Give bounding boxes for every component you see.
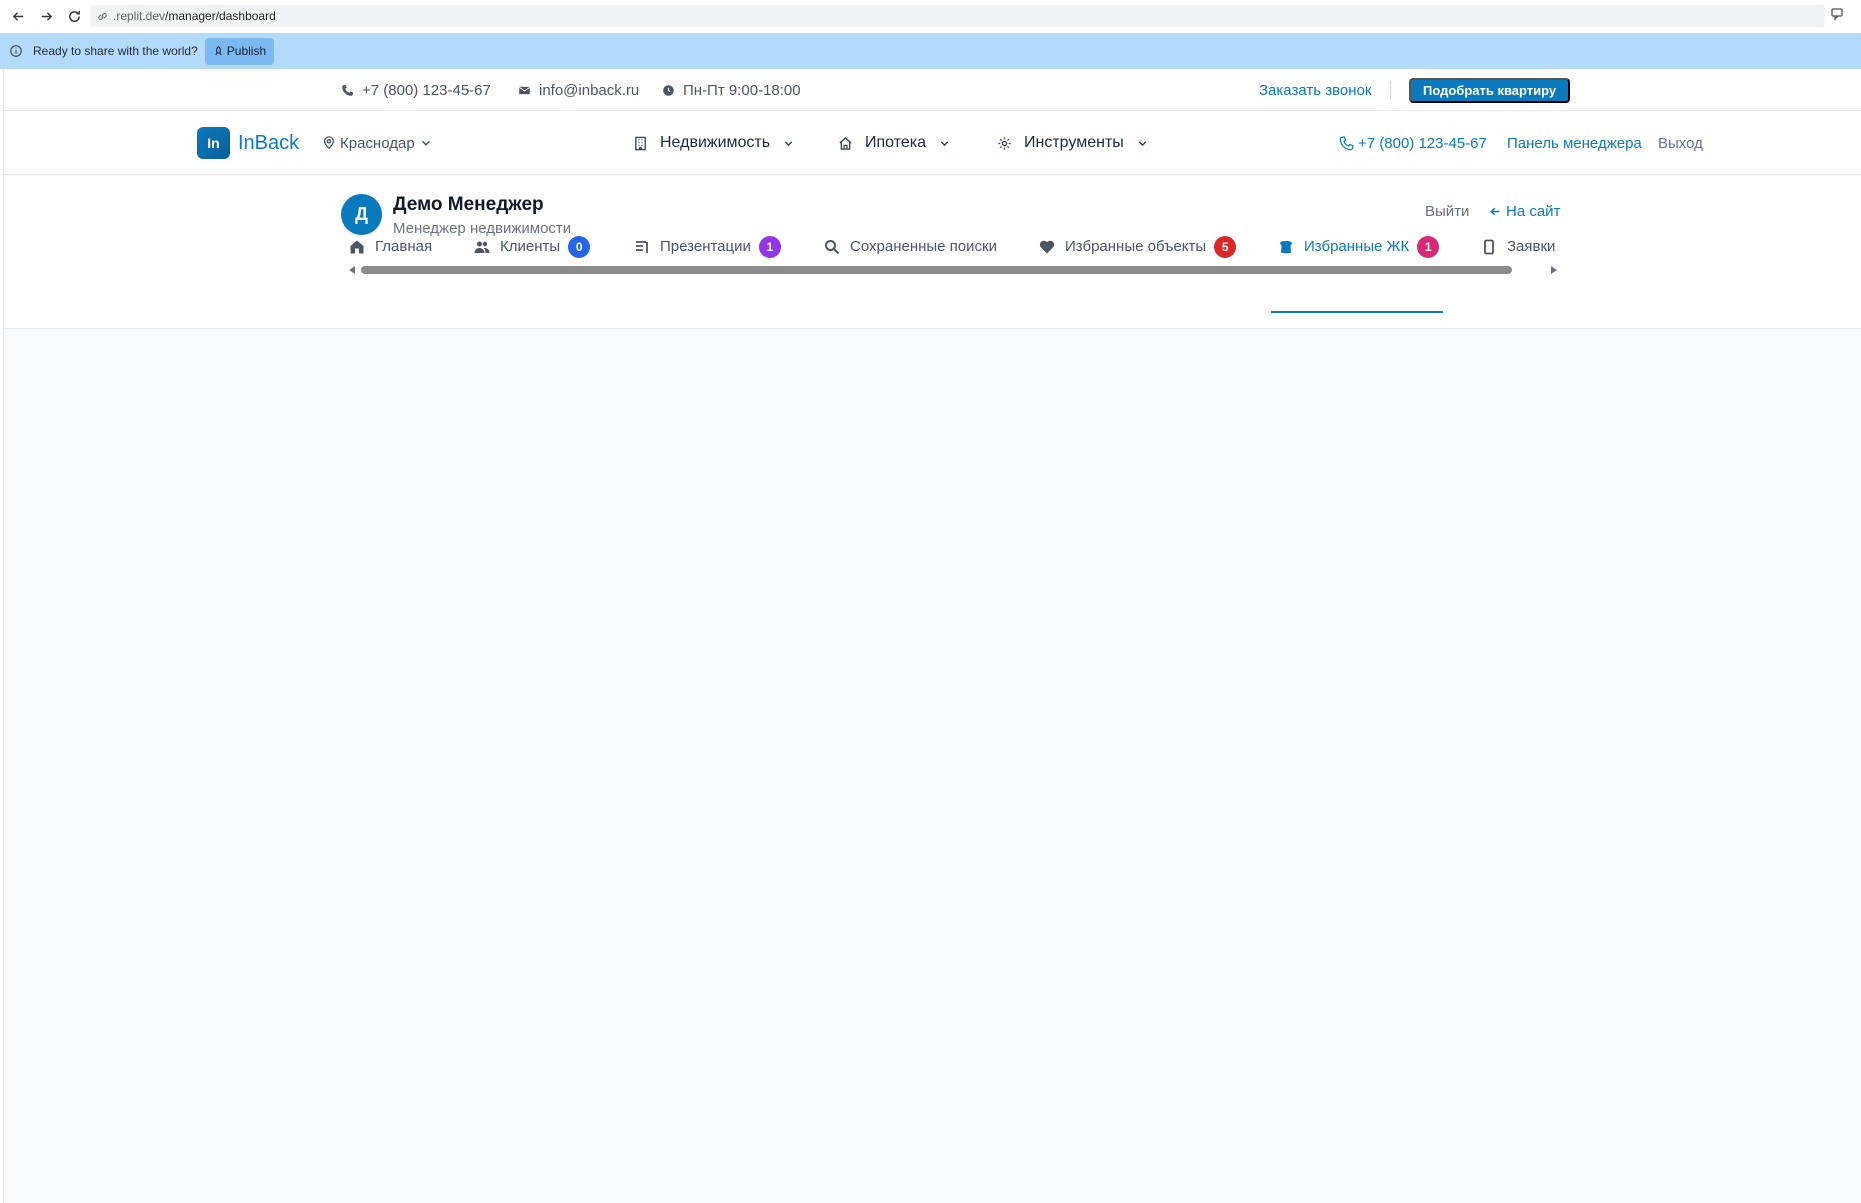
chevron-down-icon: [784, 140, 793, 146]
city-label: Краснодар: [340, 134, 415, 152]
main-nav: In InBack Краснодар Недвижимость Ипотека…: [4, 111, 1861, 175]
arrow-left-icon: [12, 11, 23, 21]
clock-icon: [663, 84, 674, 96]
tab-saved-searches-label: Сохраненные поиски: [850, 238, 997, 255]
logo[interactable]: In InBack: [197, 127, 299, 159]
link-icon: [98, 12, 107, 20]
app-viewport: +7 (800) 123-45-67 info@inback.ru Пн-Пт …: [3, 69, 1861, 1203]
scrollbar-thumb[interactable]: [361, 266, 1512, 274]
chevron-down-icon: [940, 140, 949, 146]
url-path: /manager/dashboard: [165, 9, 276, 23]
tab-requests-label: Заявки: [1507, 238, 1556, 255]
nav-phone-text: +7 (800) 123-45-67: [1358, 134, 1487, 152]
exit-link[interactable]: Выход: [1658, 111, 1703, 175]
users-icon: [474, 241, 490, 253]
pick-apartment-button[interactable]: Подобрать квартиру: [1409, 78, 1571, 103]
callback-link[interactable]: Заказать звонок: [1259, 69, 1371, 111]
arrow-left-icon: [1490, 207, 1500, 216]
chevron-down-icon: [421, 140, 430, 146]
search-icon: [825, 239, 840, 254]
forward-button[interactable]: [32, 2, 60, 30]
topbar-phone-text: +7 (800) 123-45-67: [362, 81, 491, 99]
back-button[interactable]: [4, 2, 32, 30]
menu-tools-label: Инструменты: [1024, 134, 1124, 151]
menu-mortgage-label: Ипотека: [865, 134, 927, 151]
phone-icon: [1484, 239, 1494, 254]
phone-icon: [1339, 135, 1354, 150]
topbar-phone[interactable]: +7 (800) 123-45-67: [341, 69, 491, 111]
logout-link[interactable]: Выйти: [1425, 203, 1469, 220]
heart-icon: [1039, 240, 1055, 253]
city-selector[interactable]: Краснодар: [322, 111, 433, 175]
clients-count-badge: 0: [568, 235, 591, 258]
mail-icon: [518, 86, 531, 94]
scroll-left-icon[interactable]: [348, 266, 356, 274]
info-icon: [10, 45, 22, 57]
topbar-email-text: info@inback.ru: [539, 81, 640, 99]
presentation-icon: [636, 240, 648, 253]
map-pin-icon: [323, 136, 335, 150]
tab-clients-label: Клиенты: [500, 238, 561, 255]
banner-message: Ready to share with the world?: [33, 44, 198, 58]
publish-banner: Ready to share with the world? Publish: [0, 33, 1861, 69]
tab-home-label: Главная: [375, 238, 433, 255]
rocket-icon: [215, 45, 222, 55]
tab-presentations-label: Презентации: [660, 238, 751, 255]
menu-tools[interactable]: Инструменты: [997, 111, 1149, 175]
chevron-down-icon: [1138, 140, 1147, 146]
browser-toolbar: .replit.dev/manager/dashboard: [0, 0, 1861, 32]
phone-icon: [342, 84, 354, 96]
publish-label: Publish: [226, 44, 267, 58]
arrow-right-icon: [41, 11, 52, 21]
tabs-scrollbar[interactable]: [347, 263, 1559, 277]
divider: [1390, 81, 1391, 99]
to-site-label: На сайт: [1506, 203, 1561, 220]
building-icon: [1280, 240, 1292, 253]
home-icon: [839, 136, 852, 150]
nav-phone-link[interactable]: +7 (800) 123-45-67: [1339, 111, 1487, 175]
to-site-link[interactable]: На сайт: [1489, 203, 1560, 220]
reload-icon: [68, 10, 80, 22]
presentations-count-badge: 1: [758, 235, 781, 258]
favorite-objects-count-badge: 5: [1214, 235, 1237, 258]
logo-text: InBack: [238, 131, 300, 154]
menu-real-estate-label: Недвижимость: [660, 134, 771, 151]
contact-bar: +7 (800) 123-45-67 info@inback.ru Пн-Пт …: [4, 69, 1861, 111]
topbar-email[interactable]: info@inback.ru: [518, 69, 639, 111]
gear-icon: [998, 136, 1011, 150]
manager-name: Демо Менеджер: [393, 194, 544, 215]
tab-favorite-complexes-label: Избранные ЖК: [1304, 238, 1410, 255]
chat-icon[interactable]: [1830, 6, 1850, 26]
tab-favorite-objects-label: Избранные объекты: [1065, 238, 1207, 255]
menu-real-estate[interactable]: Недвижимость: [633, 111, 795, 175]
topbar-hours-text: Пн-Пт 9:00-18:00: [683, 81, 801, 99]
building-icon: [635, 136, 646, 150]
menu-mortgage[interactable]: Ипотека: [838, 111, 951, 175]
manager-panel-link[interactable]: Панель менеджера: [1507, 111, 1642, 175]
favorite-complexes-count-badge: 1: [1417, 235, 1440, 258]
logo-mark: In: [197, 127, 230, 159]
reload-button[interactable]: [60, 2, 88, 30]
scroll-right-icon[interactable]: [1550, 266, 1558, 274]
topbar-hours: Пн-Пт 9:00-18:00: [662, 69, 801, 111]
active-tab-indicator: [1271, 311, 1443, 313]
address-bar[interactable]: .replit.dev/manager/dashboard: [90, 5, 1825, 27]
publish-button[interactable]: Publish: [204, 37, 275, 65]
home-icon: [350, 240, 364, 253]
url-host: .replit.dev: [113, 9, 166, 23]
